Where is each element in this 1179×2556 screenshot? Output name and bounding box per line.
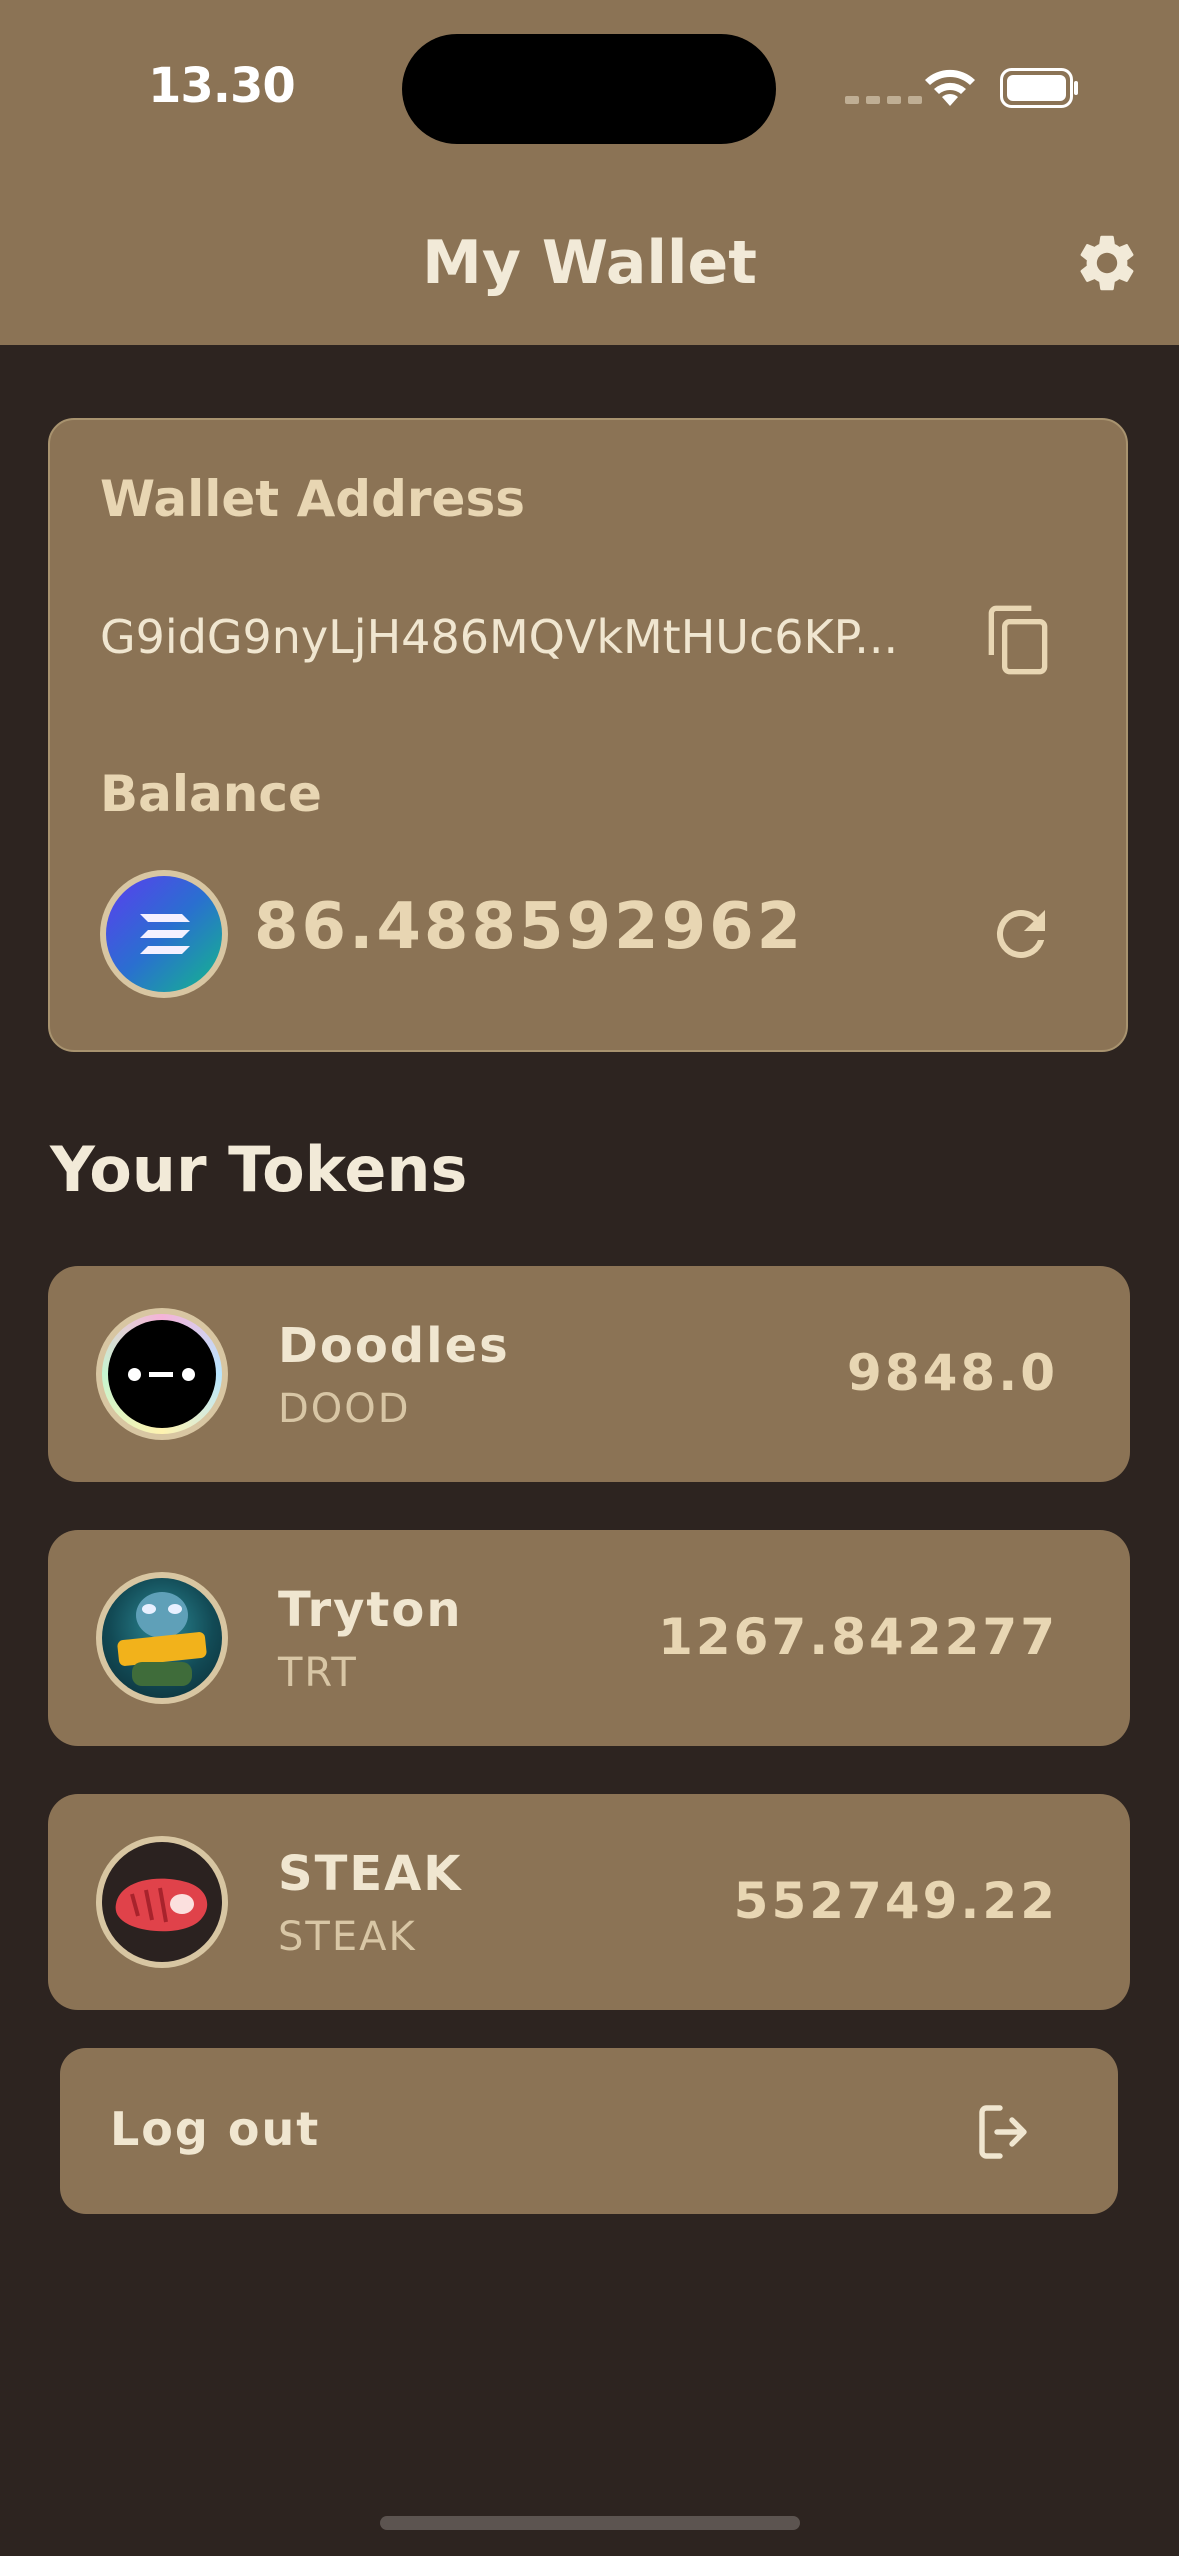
- balance-label: Balance: [100, 765, 322, 823]
- page-title: My Wallet: [422, 228, 757, 298]
- doodles-logo: [96, 1308, 228, 1440]
- token-row-doodles[interactable]: Doodles DOOD 9848.0: [48, 1266, 1130, 1482]
- copy-icon[interactable]: [978, 600, 1058, 680]
- steak-logo: [96, 1836, 228, 1968]
- token-name: Tryton: [278, 1582, 463, 1638]
- app-header: 13.30 My Wallet: [0, 0, 1179, 345]
- tokens-section-title: Your Tokens: [50, 1133, 468, 1206]
- gear-icon[interactable]: [1073, 229, 1141, 297]
- dynamic-island: [402, 34, 776, 144]
- token-balance: 1267.842277: [658, 1608, 1058, 1666]
- logout-label: Log out: [110, 2102, 321, 2156]
- token-balance: 552749.22: [733, 1872, 1058, 1930]
- logout-icon: [979, 2105, 1027, 2159]
- status-time: 13.30: [148, 58, 296, 114]
- wallet-card: Wallet Address G9idG9nyLjH486MQVkMtHUc6K…: [48, 418, 1128, 1052]
- token-name: Doodles: [278, 1318, 510, 1374]
- cellular-signal-icon: [845, 96, 922, 104]
- home-indicator: [380, 2516, 800, 2530]
- token-balance: 9848.0: [847, 1344, 1058, 1402]
- tryton-logo: [96, 1572, 228, 1704]
- wallet-address-label: Wallet Address: [100, 470, 525, 528]
- balance-value: 86.488592962: [254, 890, 805, 964]
- token-symbol: DOOD: [278, 1386, 411, 1432]
- token-row-steak[interactable]: STEAK STEAK 552749.22: [48, 1794, 1130, 2010]
- token-symbol: TRT: [278, 1650, 358, 1696]
- logout-button[interactable]: Log out: [60, 2048, 1118, 2214]
- solana-logo: [100, 870, 228, 998]
- wifi-icon: [925, 69, 975, 106]
- refresh-icon[interactable]: [985, 898, 1057, 970]
- token-name: STEAK: [278, 1846, 463, 1902]
- battery-icon: [1000, 68, 1078, 108]
- token-row-tryton[interactable]: Tryton TRT 1267.842277: [48, 1530, 1130, 1746]
- token-symbol: STEAK: [278, 1914, 417, 1960]
- wallet-address-value: G9idG9nyLjH486MQVkMtHUc6KP...: [100, 610, 899, 664]
